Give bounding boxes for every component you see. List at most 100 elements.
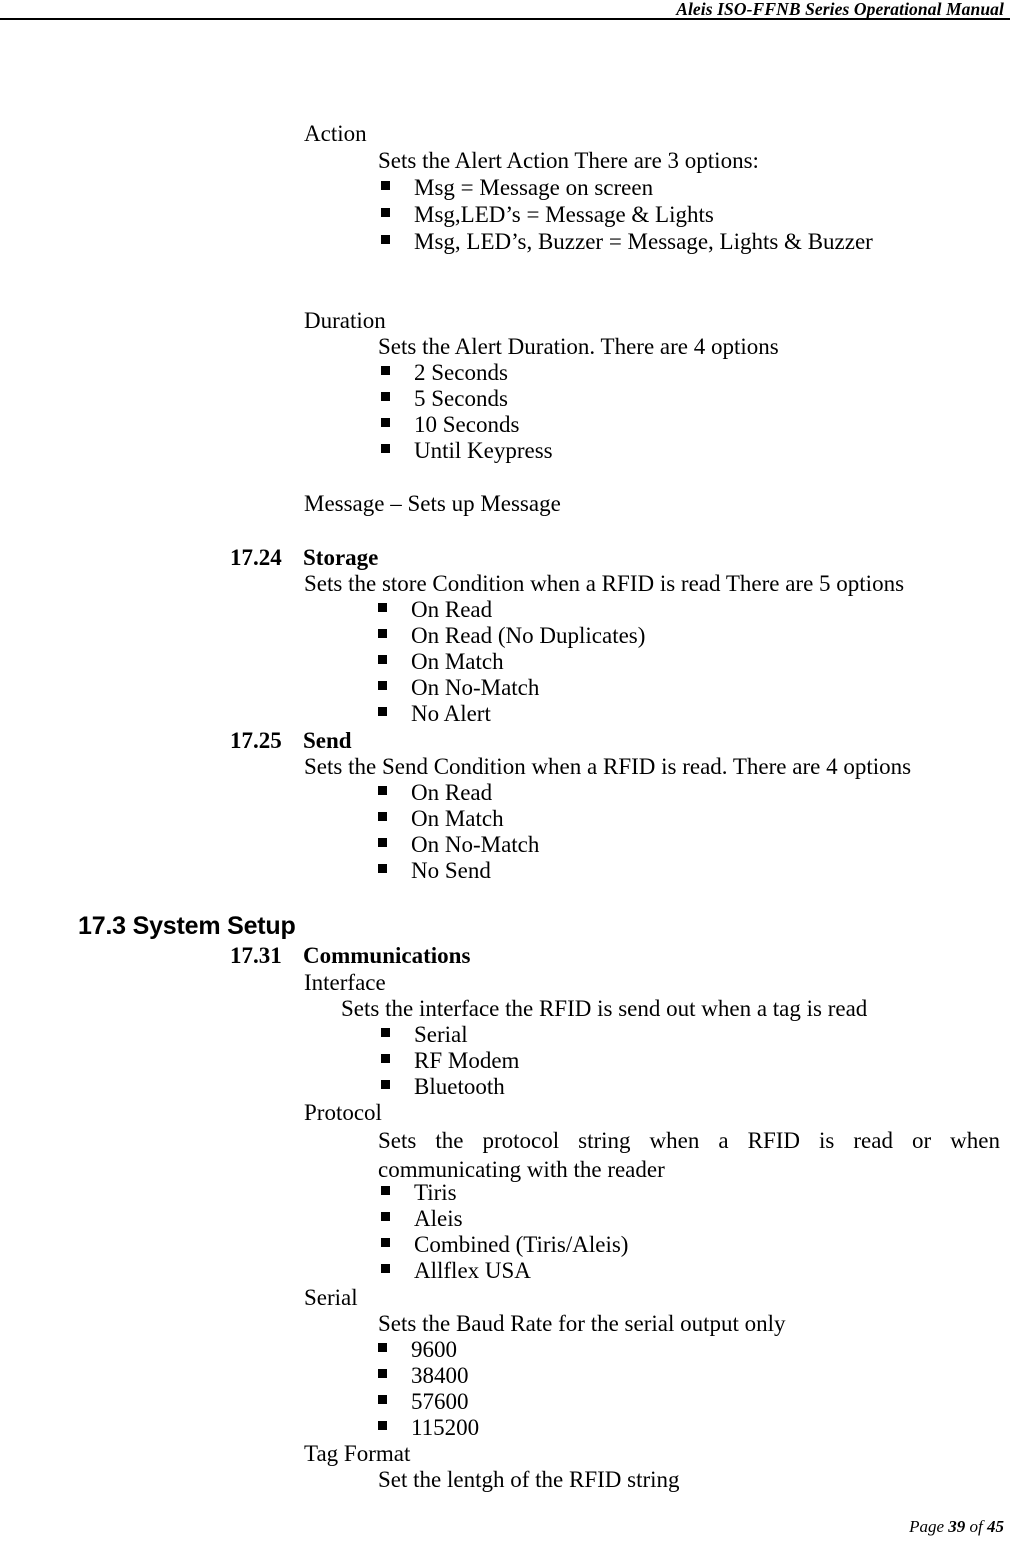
page-number-indicator: Page 39 of 45 xyxy=(909,1517,1004,1537)
list-item-label: On Match xyxy=(411,649,504,674)
list-item: Until Keypress xyxy=(381,438,553,464)
header-title: Aleis ISO-FFNB Series Operational Manual xyxy=(676,0,1004,19)
list-item-label: Msg,LED’s = Message & Lights xyxy=(414,202,714,227)
action-description: Sets the Alert Action There are 3 option… xyxy=(378,148,759,173)
square-bullet-icon xyxy=(378,655,387,664)
list-item-label: Msg, LED’s, Buzzer = Message, Lights & B… xyxy=(414,229,873,254)
footer-of-word: of xyxy=(969,1517,983,1536)
square-bullet-icon xyxy=(381,181,390,190)
square-bullet-icon xyxy=(378,629,387,638)
list-item-label: 10 Seconds xyxy=(414,412,520,437)
square-bullet-icon xyxy=(381,1028,390,1037)
section-17-31: 17.31 Communications xyxy=(230,943,470,969)
section-number: 17.25 xyxy=(230,728,282,753)
list-item-label: On Read xyxy=(411,780,493,805)
list-item: 38400 xyxy=(378,1363,469,1389)
protocol-label: Protocol xyxy=(304,1100,382,1125)
list-item: On Read (No Duplicates) xyxy=(378,623,645,649)
section-number: 17.31 xyxy=(230,943,282,968)
list-item: Msg, LED’s, Buzzer = Message, Lights & B… xyxy=(381,229,873,255)
square-bullet-icon xyxy=(381,418,390,427)
square-bullet-icon xyxy=(381,1212,390,1221)
list-item-label: On No-Match xyxy=(411,832,540,857)
list-item: Allflex USA xyxy=(381,1258,531,1284)
header-rule xyxy=(0,18,1010,20)
storage-description: Sets the store Condition when a RFID is … xyxy=(304,571,905,596)
document-page: Aleis ISO-FFNB Series Operational Manual… xyxy=(0,0,1010,1549)
send-description: Sets the Send Condition when a RFID is r… xyxy=(304,754,912,779)
square-bullet-icon xyxy=(378,1421,387,1430)
interface-label: Interface xyxy=(304,970,386,995)
square-bullet-icon xyxy=(378,838,387,847)
list-item: Msg,LED’s = Message & Lights xyxy=(381,202,714,228)
tag-format-description: Set the lentgh of the RFID string xyxy=(378,1467,680,1492)
list-item: 2 Seconds xyxy=(381,360,508,386)
square-bullet-icon xyxy=(378,864,387,873)
section-title: Send xyxy=(303,728,352,753)
list-item-label: No Send xyxy=(411,858,491,883)
list-item-label: 115200 xyxy=(411,1415,480,1440)
serial-description: Sets the Baud Rate for the serial output… xyxy=(378,1311,786,1336)
list-item-label: Serial xyxy=(414,1022,468,1047)
list-item: Msg = Message on screen xyxy=(381,175,653,201)
square-bullet-icon xyxy=(381,1080,390,1089)
list-item-label: On Read xyxy=(411,597,493,622)
list-item-label: 2 Seconds xyxy=(414,360,508,385)
list-item: No Alert xyxy=(378,701,491,727)
section-title: Communications xyxy=(303,943,471,968)
list-item: Serial xyxy=(381,1022,468,1048)
list-item-label: Combined (Tiris/Aleis) xyxy=(414,1232,629,1257)
list-item: 115200 xyxy=(378,1415,479,1441)
list-item: 9600 xyxy=(378,1337,457,1363)
square-bullet-icon xyxy=(381,1264,390,1273)
list-item-label: Tiris xyxy=(414,1180,457,1205)
list-item: On Read xyxy=(378,780,492,806)
page-header: Aleis ISO-FFNB Series Operational Manual xyxy=(0,0,1010,22)
list-item-label: 5 Seconds xyxy=(414,386,508,411)
square-bullet-icon xyxy=(381,1054,390,1063)
list-item: On Read xyxy=(378,597,492,623)
footer-total-pages: 45 xyxy=(987,1517,1004,1536)
protocol-description: Sets the protocol string when a RFID is … xyxy=(378,1128,1000,1182)
list-item-label: On Match xyxy=(411,806,504,831)
section-number: 17.24 xyxy=(230,545,282,570)
square-bullet-icon xyxy=(381,392,390,401)
section-title: Storage xyxy=(303,545,379,570)
square-bullet-icon xyxy=(381,444,390,453)
list-item: On No-Match xyxy=(378,675,539,701)
list-item-label: On Read (No Duplicates) xyxy=(411,623,646,648)
list-item-label: On No-Match xyxy=(411,675,540,700)
duration-label: Duration xyxy=(304,308,386,333)
list-item: 57600 xyxy=(378,1389,469,1415)
square-bullet-icon xyxy=(378,1369,387,1378)
serial-label: Serial xyxy=(304,1285,358,1310)
square-bullet-icon xyxy=(378,707,387,716)
square-bullet-icon xyxy=(381,235,390,244)
square-bullet-icon xyxy=(378,603,387,612)
list-item-label: Aleis xyxy=(414,1206,463,1231)
list-item: On No-Match xyxy=(378,832,539,858)
list-item: No Send xyxy=(378,858,491,884)
list-item: On Match xyxy=(378,806,504,832)
square-bullet-icon xyxy=(381,1238,390,1247)
square-bullet-icon xyxy=(378,786,387,795)
square-bullet-icon xyxy=(381,208,390,217)
list-item: Aleis xyxy=(381,1206,463,1232)
list-item: RF Modem xyxy=(381,1048,519,1074)
page-footer: Page 39 of 45 xyxy=(0,1517,1010,1541)
list-item: 5 Seconds xyxy=(381,386,508,412)
interface-description: Sets the interface the RFID is send out … xyxy=(341,996,868,1021)
duration-description: Sets the Alert Duration. There are 4 opt… xyxy=(378,334,779,359)
section-17-25: 17.25 Send xyxy=(230,728,352,754)
list-item: Combined (Tiris/Aleis) xyxy=(381,1232,628,1258)
list-item-label: No Alert xyxy=(411,701,491,726)
square-bullet-icon xyxy=(378,681,387,690)
message-line: Message – Sets up Message xyxy=(304,491,561,516)
section-17-24: 17.24 Storage xyxy=(230,545,378,571)
list-item-label: Bluetooth xyxy=(414,1074,505,1099)
list-item: 10 Seconds xyxy=(381,412,519,438)
list-item-label: Allflex USA xyxy=(414,1258,531,1283)
list-item-label: Until Keypress xyxy=(414,438,553,463)
page-title: 17.3 System Setup xyxy=(78,912,296,940)
square-bullet-icon xyxy=(378,1343,387,1352)
